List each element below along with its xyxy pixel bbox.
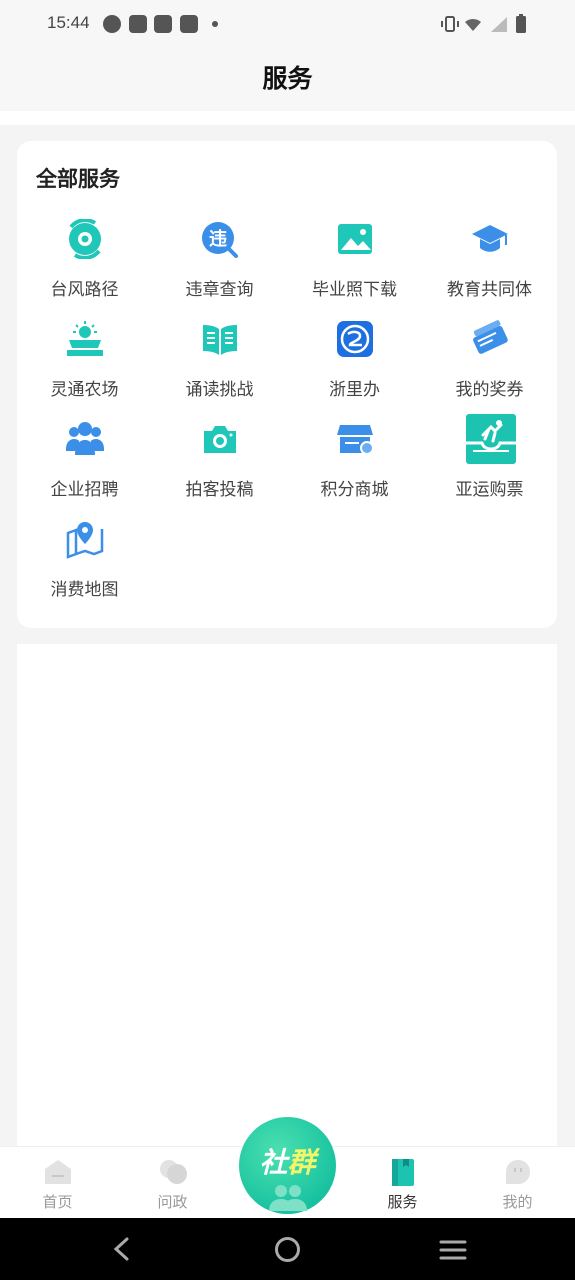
service-graduation-photo-download[interactable]: 毕业照下载 — [287, 219, 422, 309]
tab-ask[interactable]: 问政 — [115, 1147, 230, 1219]
page-header: 服务 — [0, 48, 575, 111]
service-label: 积分商城 — [320, 480, 389, 500]
service-label: 我的奖券 — [455, 380, 524, 400]
service-label: 浙里办 — [329, 380, 380, 400]
service-points-mall[interactable]: 积分商城 — [287, 419, 422, 509]
service-label: 企业招聘 — [50, 480, 119, 500]
service-label: 违章查询 — [185, 280, 254, 300]
content-area — [17, 644, 557, 1146]
service-label: 毕业照下载 — [312, 280, 397, 300]
menu-icon[interactable] — [439, 1238, 467, 1262]
service-corporate-recruitment[interactable]: 企业招聘 — [17, 419, 152, 509]
service-my-lottery-tickets[interactable]: 我的奖券 — [422, 319, 557, 409]
service-asian-games-tickets[interactable]: 亚运购票 — [422, 414, 557, 509]
typhoon-icon — [69, 219, 101, 259]
home-icon — [45, 1160, 71, 1184]
page-title: 服务 — [262, 64, 313, 93]
notification-icon — [129, 15, 147, 33]
tab-mine[interactable]: 我的 — [460, 1147, 575, 1219]
service-label: 诵读挑战 — [185, 380, 254, 400]
zheliban-icon — [337, 321, 373, 357]
service-education-community[interactable]: 教育共同体 — [422, 219, 557, 309]
service-violation-query[interactable]: 违 违章查询 — [152, 219, 287, 309]
violation-icon: 违 — [202, 222, 238, 258]
notification-icon — [154, 15, 172, 33]
wifi-icon — [465, 18, 481, 31]
service-typhoon-path[interactable]: 台风路径 — [17, 219, 152, 309]
service-label: 灵通农场 — [50, 380, 119, 400]
profile-icon — [506, 1160, 530, 1184]
service-label: 拍客投稿 — [185, 480, 254, 500]
service-reporter-submission[interactable]: 拍客投稿 — [152, 419, 287, 509]
community-label: 社群 — [239, 1141, 336, 1181]
solar-farm-icon — [67, 321, 103, 356]
community-label-part1: 社 — [259, 1146, 288, 1179]
tab-label: 首页 — [42, 1193, 73, 1211]
tab-services[interactable]: 服务 — [345, 1147, 460, 1219]
service-label: 消费地图 — [50, 580, 119, 600]
status-time: 15:44 — [47, 13, 90, 32]
service-label: 亚运购票 — [455, 480, 524, 500]
community-label-part2: 群 — [287, 1146, 316, 1179]
asian-games-icon — [466, 414, 516, 464]
service-zheliban[interactable]: 浙里办 — [287, 319, 422, 409]
ticket-icon — [473, 320, 508, 354]
all-services-card: 全部服务 台风路径 违 违章查询 毕业照下载 教育共同体 灵通农场 诵读挑战 浙… — [17, 141, 557, 628]
notification-icon — [103, 15, 121, 33]
tab-label: 我的 — [502, 1193, 533, 1211]
system-navigation-bar — [0, 1218, 575, 1280]
section-title: 全部服务 — [36, 167, 120, 191]
community-button[interactable]: 社群 — [239, 1117, 336, 1214]
divider — [0, 111, 575, 125]
store-icon — [337, 425, 374, 455]
group-people-icon — [269, 1185, 307, 1211]
services-book-icon — [392, 1159, 414, 1186]
status-bar: 15:44 — [0, 0, 575, 48]
book-icon — [203, 325, 237, 355]
signal-icon — [491, 17, 507, 32]
tab-label: 服务 — [387, 1193, 418, 1211]
image-icon — [338, 224, 372, 254]
vibrate-icon — [441, 16, 459, 32]
people-icon — [66, 422, 104, 455]
back-icon[interactable] — [110, 1236, 134, 1262]
battery-icon — [516, 14, 526, 33]
service-reading-challenge[interactable]: 诵读挑战 — [152, 319, 287, 409]
home-circle-icon[interactable] — [274, 1236, 301, 1263]
service-label: 台风路径 — [50, 280, 119, 300]
tab-label: 问政 — [157, 1193, 188, 1211]
chat-bubbles-icon — [160, 1160, 187, 1184]
service-lingtong-farm[interactable]: 灵通农场 — [17, 319, 152, 409]
more-notifications-icon — [212, 21, 218, 27]
notification-icon — [180, 15, 198, 33]
map-icon — [66, 522, 104, 559]
tab-home[interactable]: 首页 — [0, 1147, 115, 1219]
svg-text:违: 违 — [209, 228, 227, 250]
service-label: 教育共同体 — [447, 280, 532, 300]
service-consumption-map[interactable]: 消费地图 — [17, 519, 152, 609]
graduation-cap-icon — [472, 225, 508, 252]
camera-icon — [204, 426, 236, 453]
